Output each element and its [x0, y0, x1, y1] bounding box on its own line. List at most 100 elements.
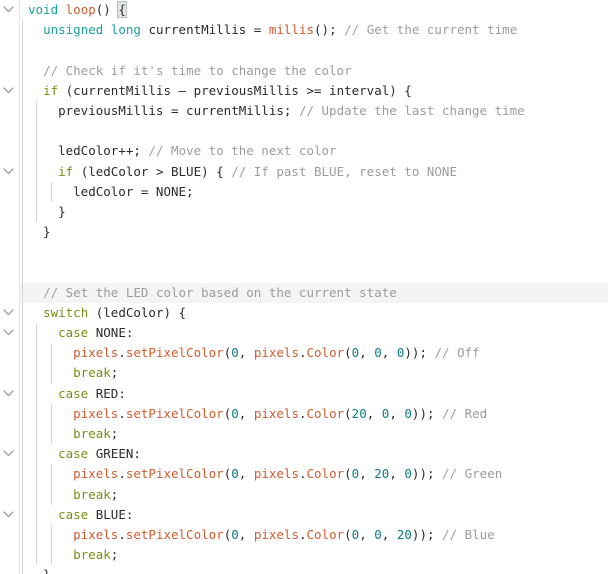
code-token: 20 — [351, 405, 367, 421]
code-token: setPixelColor — [125, 345, 224, 361]
code-line[interactable]: break; — [20, 423, 608, 445]
fold-toggle-chevron-down-icon[interactable] — [3, 303, 18, 323]
code-token: } — [28, 224, 51, 240]
code-line[interactable]: ledColor = NONE; — [20, 181, 608, 202]
code-token: millis — [268, 22, 315, 38]
code-token: . — [118, 466, 126, 482]
code-token: currentMillis = — [140, 22, 269, 38]
code-editor[interactable]: void loop() { unsigned long currentMilli… — [0, 0, 608, 574]
code-token: ( — [344, 526, 352, 542]
code-token: , — [389, 466, 405, 482]
code-token: , — [366, 405, 382, 421]
code-line[interactable] — [20, 40, 608, 61]
code-token: ( — [344, 405, 352, 421]
code-token: Color — [306, 405, 345, 421]
code-token: 0 — [404, 405, 412, 421]
fold-toggle-chevron-down-icon[interactable] — [3, 323, 18, 343]
code-token: , — [389, 405, 405, 421]
code-line-text: ledColor = NONE; — [20, 182, 193, 202]
code-line[interactable]: pixels.setPixelColor(0, pixels.Color(0, … — [20, 524, 608, 546]
code-line-text: void loop() { — [20, 0, 127, 20]
code-line-text: break; — [20, 485, 118, 505]
code-line-text: unsigned long currentMillis = millis(); … — [20, 20, 517, 40]
code-line[interactable]: pixels.setPixelColor(0, pixels.Color(0, … — [20, 343, 608, 364]
code-token: , — [381, 526, 397, 542]
code-line[interactable]: if (currentMillis – previousMillis >= in… — [20, 80, 608, 101]
code-content[interactable]: void loop() { unsigned long currentMilli… — [20, 0, 608, 574]
code-token: ( — [344, 345, 352, 361]
code-token: previousMillis = currentMillis; — [28, 102, 299, 118]
fold-toggle-chevron-down-icon[interactable] — [3, 444, 18, 464]
fold-toggle-chevron-down-icon[interactable] — [3, 505, 18, 525]
code-token: () — [95, 2, 119, 17]
code-line[interactable] — [20, 242, 608, 263]
code-line[interactable]: break; — [20, 363, 608, 384]
code-line[interactable]: } — [20, 565, 608, 574]
code-line[interactable]: if (ledColor > BLUE) { // If past BLUE, … — [20, 161, 608, 182]
code-token: // Get the current time — [344, 22, 518, 38]
code-token: if — [58, 163, 74, 179]
code-line[interactable]: break; — [20, 484, 608, 505]
code-line[interactable]: ledColor++; // Move to the next color — [20, 141, 608, 162]
code-token: if — [43, 82, 59, 98]
code-line[interactable]: // Check if it's time to change the colo… — [20, 60, 608, 81]
code-token: case — [58, 446, 89, 462]
code-token: setPixelColor — [125, 466, 224, 482]
code-line[interactable] — [20, 121, 608, 142]
code-token: , — [238, 466, 254, 482]
code-token: break — [73, 486, 111, 502]
code-token: 0 — [404, 466, 412, 482]
code-token: pixels — [73, 405, 119, 421]
code-token: ledColor++; — [28, 143, 149, 159]
code-token: 20 — [374, 466, 390, 482]
code-line[interactable]: void loop() { — [20, 0, 608, 20]
code-token: . — [118, 405, 126, 421]
code-line[interactable]: } — [20, 222, 608, 243]
code-line[interactable]: unsigned long currentMillis = millis(); … — [20, 20, 608, 41]
code-token: case — [58, 325, 89, 340]
fold-toggle-chevron-down-icon[interactable] — [3, 81, 18, 101]
code-token: (ledColor) { — [88, 304, 187, 320]
code-token: BLUE: — [88, 506, 134, 522]
code-line[interactable]: case RED: — [20, 383, 608, 404]
code-line-text: case RED: — [20, 384, 126, 404]
code-line[interactable]: previousMillis = currentMillis; // Updat… — [20, 100, 608, 122]
fold-toggle-chevron-down-icon[interactable] — [3, 162, 18, 182]
code-token: // Red — [442, 405, 488, 421]
code-line[interactable]: } — [20, 201, 608, 223]
fold-toggle-chevron-down-icon[interactable] — [3, 0, 18, 20]
code-line[interactable]: switch (ledColor) { — [20, 302, 608, 323]
code-line[interactable]: case GREEN: — [20, 444, 608, 465]
code-line[interactable]: case NONE: — [20, 323, 608, 344]
indent-guide — [22, 242, 23, 263]
code-line[interactable]: pixels.setPixelColor(0, pixels.Color(20,… — [20, 403, 608, 424]
code-line[interactable]: // Set the LED color based on the curren… — [20, 282, 608, 303]
code-token: pixels — [73, 466, 119, 482]
code-line[interactable]: break; — [20, 545, 608, 566]
code-line-text: pixels.setPixelColor(0, pixels.Color(0, … — [20, 464, 502, 484]
code-line[interactable]: case BLUE: — [20, 504, 608, 525]
code-line-text: break; — [20, 424, 118, 444]
code-line[interactable]: pixels.setPixelColor(0, pixels.Color(0, … — [20, 464, 608, 485]
fold-toggle-chevron-down-icon[interactable] — [3, 384, 18, 404]
code-token: // Update the last change time — [298, 102, 525, 118]
code-token: pixels — [253, 466, 299, 482]
code-line[interactable] — [20, 262, 608, 283]
code-token: break — [73, 365, 111, 381]
code-token: case — [58, 506, 89, 522]
code-token: unsigned — [43, 22, 104, 38]
editor-gutter[interactable] — [0, 0, 20, 574]
code-token: 0 — [374, 345, 382, 361]
code-line-text: case GREEN: — [20, 444, 141, 464]
code-token: void — [28, 2, 59, 17]
